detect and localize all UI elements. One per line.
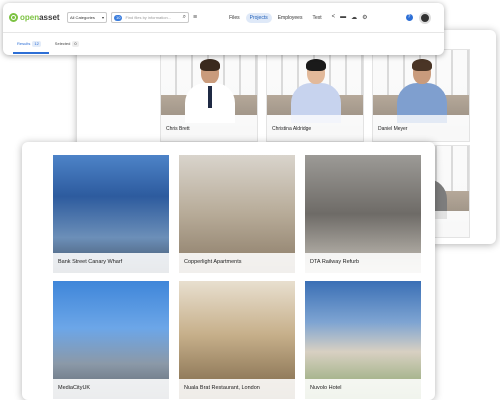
project-name: Copperlight Apartments [179, 253, 295, 273]
chevron-down-icon: ▾ [101, 15, 104, 20]
help-icon[interactable]: ? [405, 14, 413, 21]
employee-card[interactable]: Christina Aldridge [266, 49, 364, 142]
project-name: MediaCityUK [53, 379, 169, 399]
cloud-icon[interactable]: ☁ [351, 14, 357, 21]
projects-window: Bank Street Canary Wharf Copperlight Apar… [22, 142, 435, 400]
logo-icon [9, 13, 18, 22]
project-card[interactable]: Bank Street Canary Wharf [53, 155, 169, 273]
nav-tab-employees[interactable]: Employees [274, 13, 307, 23]
person-tie [208, 86, 212, 108]
gear-icon[interactable]: ⚙ [362, 14, 367, 21]
nav-tab-text[interactable]: Text [308, 13, 325, 23]
person-hair [412, 59, 432, 71]
search-input[interactable]: 10 Find files by information... ⌕ [111, 12, 189, 23]
nav-tab-projects[interactable]: Projects [245, 12, 272, 23]
screenshot-collage: open asset All Categories ▾ 10 Find files… [0, 0, 500, 400]
employee-name: Christina Aldridge [267, 115, 363, 141]
person-hair [306, 59, 326, 71]
search-count-pill: 10 [114, 14, 123, 21]
tab-results-label: Results [17, 41, 31, 46]
project-card[interactable]: Nuvolo Hotel [305, 281, 421, 399]
employee-name: Daniel Meyer [373, 115, 469, 141]
project-name: DTA Railway Refurb [305, 253, 421, 273]
tab-selected-label: Selected [54, 41, 71, 46]
employee-card[interactable]: Daniel Meyer [372, 49, 470, 142]
selected-count-badge: 0 [72, 41, 79, 47]
project-card[interactable]: Nuala Brat Restaurant, London [179, 281, 295, 399]
category-select-value: All Categories [70, 15, 95, 20]
folder-icon[interactable]: ▬ [340, 14, 346, 21]
employee-card[interactable]: Chris Brett [160, 49, 258, 142]
filter-icon[interactable]: ≡ [193, 14, 197, 21]
search-placeholder: Find files by information... [125, 15, 172, 20]
project-card[interactable]: MediaCityUK [53, 281, 169, 399]
project-card[interactable]: Copperlight Apartments [179, 155, 295, 273]
tab-results[interactable]: Results 12 [13, 33, 49, 55]
top-navigation-bar: open asset All Categories ▾ 10 Find files… [3, 3, 444, 33]
nav-tab-files[interactable]: Files [225, 13, 244, 23]
app-header-window: open asset All Categories ▾ 10 Find files… [3, 3, 444, 55]
results-bar: Results 12 Selected 0 [3, 33, 444, 55]
main-nav: Files Projects Employees Text [225, 12, 326, 23]
employee-name: Chris Brett [161, 115, 257, 141]
search-icon[interactable]: ⌕ [183, 14, 186, 21]
project-name: Nuvolo Hotel [305, 379, 421, 399]
project-name: Nuala Brat Restaurant, London [179, 379, 295, 399]
openasset-logo[interactable]: open asset [9, 13, 65, 22]
person-hair [200, 59, 220, 71]
logo-text-asset: asset [39, 13, 60, 22]
logo-text-open: open [20, 13, 40, 22]
project-card[interactable]: DTA Railway Refurb [305, 155, 421, 273]
toolbar-icons: < ▬ ☁ ⚙ [332, 14, 368, 21]
avatar-icon[interactable] [418, 11, 431, 24]
share-icon[interactable]: < [332, 14, 336, 21]
project-name: Bank Street Canary Wharf [53, 253, 169, 273]
category-select[interactable]: All Categories ▾ [67, 12, 107, 23]
tab-selected[interactable]: Selected 0 [55, 41, 79, 47]
results-count-badge: 12 [32, 41, 41, 47]
